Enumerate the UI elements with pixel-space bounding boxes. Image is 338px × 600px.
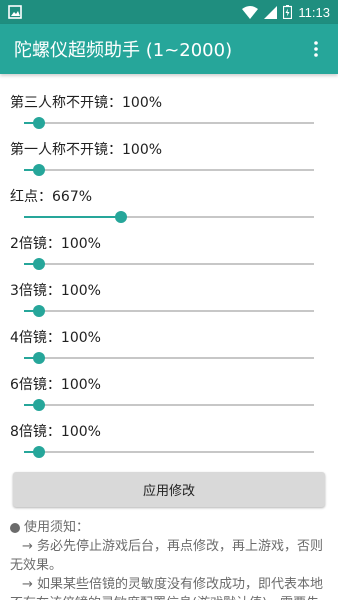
setting-label: 3倍镜：100% [10, 283, 101, 299]
slider-track [24, 263, 314, 265]
slider-thumb[interactable] [114, 211, 127, 223]
app-bar: 陀螺仪超频助手 (1~2000) [0, 24, 338, 74]
sensitivity-slider[interactable] [24, 397, 314, 413]
settings-list: 第三人称不开镜：100% 第一人称不开镜：100% 红点：667% 2倍镜：10… [0, 90, 338, 466]
setting-label: 6倍镜：100% [10, 377, 101, 393]
sensitivity-slider[interactable] [24, 444, 314, 460]
slider-fill [24, 216, 121, 218]
note-item: → 务必先停止游戏后台，再点修改，再上游戏，否则无效果。 [10, 539, 324, 573]
image-icon [8, 5, 22, 19]
slider-thumb[interactable] [32, 305, 45, 317]
slider-track [24, 310, 314, 312]
slider-track [24, 169, 314, 171]
slider-thumb[interactable] [32, 117, 45, 129]
slider-thumb[interactable] [32, 258, 45, 270]
slider-thumb[interactable] [32, 399, 45, 411]
slider-track [24, 404, 314, 406]
setting-2x-scope: 2倍镜：100% [0, 231, 338, 278]
sensitivity-slider[interactable] [24, 256, 314, 272]
setting-third-person: 第三人称不开镜：100% [0, 90, 338, 137]
slider-thumb[interactable] [32, 164, 45, 176]
notes-heading: 使用须知： [24, 520, 90, 535]
setting-first-person: 第一人称不开镜：100% [0, 137, 338, 184]
sensitivity-slider[interactable] [24, 350, 314, 366]
sensitivity-slider[interactable] [24, 162, 314, 178]
setting-label: 8倍镜：100% [10, 424, 101, 440]
usage-notes: 使用须知： → 务必先停止游戏后台，再点修改，再上游戏，否则无效果。 → 如果某… [10, 518, 332, 600]
sensitivity-slider[interactable] [24, 303, 314, 319]
setting-label: 第三人称不开镜：100% [10, 95, 163, 111]
setting-label: 2倍镜：100% [10, 236, 101, 252]
slider-thumb[interactable] [32, 352, 45, 364]
setting-label: 红点：667% [10, 189, 93, 205]
bullet-icon [10, 522, 20, 533]
sensitivity-slider[interactable] [24, 115, 314, 131]
slider-track [24, 357, 314, 359]
signal-icon [264, 5, 278, 19]
more-vert-icon[interactable] [306, 35, 326, 63]
setting-6x-scope: 6倍镜：100% [0, 372, 338, 419]
setting-label: 4倍镜：100% [10, 330, 101, 346]
slider-track [24, 122, 314, 124]
note-item: → 如果某些倍镜的灵敏度没有修改成功，即代表本地不存在该倍镜的灵敏度配置信息(游… [10, 577, 324, 600]
battery-icon [283, 5, 293, 19]
app-title: 陀螺仪超频助手 (1~2000) [14, 40, 233, 61]
setting-label: 第一人称不开镜：100% [10, 142, 163, 158]
setting-3x-scope: 3倍镜：100% [0, 278, 338, 325]
setting-4x-scope: 4倍镜：100% [0, 325, 338, 372]
wifi-icon [242, 5, 259, 19]
slider-thumb[interactable] [32, 446, 45, 458]
slider-track [24, 451, 314, 453]
sensitivity-slider[interactable] [24, 209, 314, 225]
status-bar: 11:13 [0, 0, 338, 24]
setting-8x-scope: 8倍镜：100% [0, 419, 338, 466]
notes-heading-row: 使用须知： [10, 518, 332, 537]
clock: 11:13 [298, 4, 330, 20]
apply-button[interactable]: 应用修改 [13, 472, 325, 507]
setting-red-dot: 红点：667% [0, 184, 338, 231]
